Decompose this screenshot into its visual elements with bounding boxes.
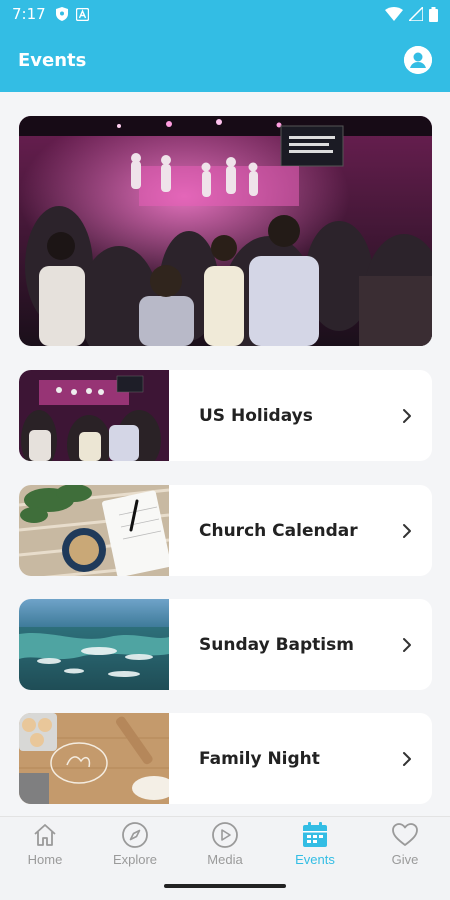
heart-icon: [392, 823, 418, 846]
tab-label: Give: [391, 852, 419, 867]
event-title: Sunday Baptism: [199, 634, 354, 655]
event-card-family-night[interactable]: Family Night: [19, 713, 432, 804]
tab-label: Media: [207, 852, 243, 867]
tab-events[interactable]: Events: [280, 821, 350, 867]
hero-image[interactable]: [19, 116, 432, 346]
tab-explore[interactable]: Explore: [100, 821, 170, 867]
event-title: Family Night: [199, 748, 320, 769]
event-card-church-calendar[interactable]: Church Calendar: [19, 485, 432, 576]
chevron-right-icon: [403, 408, 411, 423]
status-bar: 7:17: [0, 0, 450, 28]
tab-media[interactable]: Media: [190, 821, 260, 867]
cell-signal-icon: [409, 7, 423, 21]
home-icon: [34, 824, 56, 846]
events-list[interactable]: US Holidays Church Calendar Sunday Bapti…: [0, 92, 450, 816]
event-title: Church Calendar: [199, 520, 358, 541]
battery-icon: [429, 6, 438, 22]
play-icon: [212, 822, 238, 848]
tab-give[interactable]: Give: [370, 821, 440, 867]
church-calendar-thumbnail: [19, 485, 169, 576]
family-night-thumbnail: [19, 713, 169, 804]
compass-icon: [122, 822, 148, 848]
wifi-icon: [385, 7, 403, 21]
tab-label: Explore: [112, 852, 158, 867]
chevron-right-icon: [403, 637, 411, 652]
tab-home[interactable]: Home: [10, 821, 80, 867]
event-card-sunday-baptism[interactable]: Sunday Baptism: [19, 599, 432, 690]
tab-label: Home: [27, 852, 63, 867]
chevron-right-icon: [403, 751, 411, 766]
app-header: Events: [0, 28, 450, 92]
user-icon: [404, 46, 432, 74]
status-time: 7:17: [12, 5, 46, 23]
chevron-right-icon: [403, 523, 411, 538]
event-title: US Holidays: [199, 405, 313, 426]
app-notification-icon: [75, 7, 89, 21]
shield-icon: [55, 7, 68, 21]
event-card-us-holidays[interactable]: US Holidays: [19, 370, 432, 461]
home-indicator[interactable]: [164, 884, 286, 888]
us-holidays-thumbnail: [19, 370, 169, 461]
tab-label: Events: [295, 852, 335, 867]
worship-concert-image: [19, 116, 432, 346]
sunday-baptism-thumbnail: [19, 599, 169, 690]
calendar-icon: [303, 822, 327, 847]
profile-button[interactable]: [404, 46, 432, 74]
page-title: Events: [18, 49, 87, 71]
